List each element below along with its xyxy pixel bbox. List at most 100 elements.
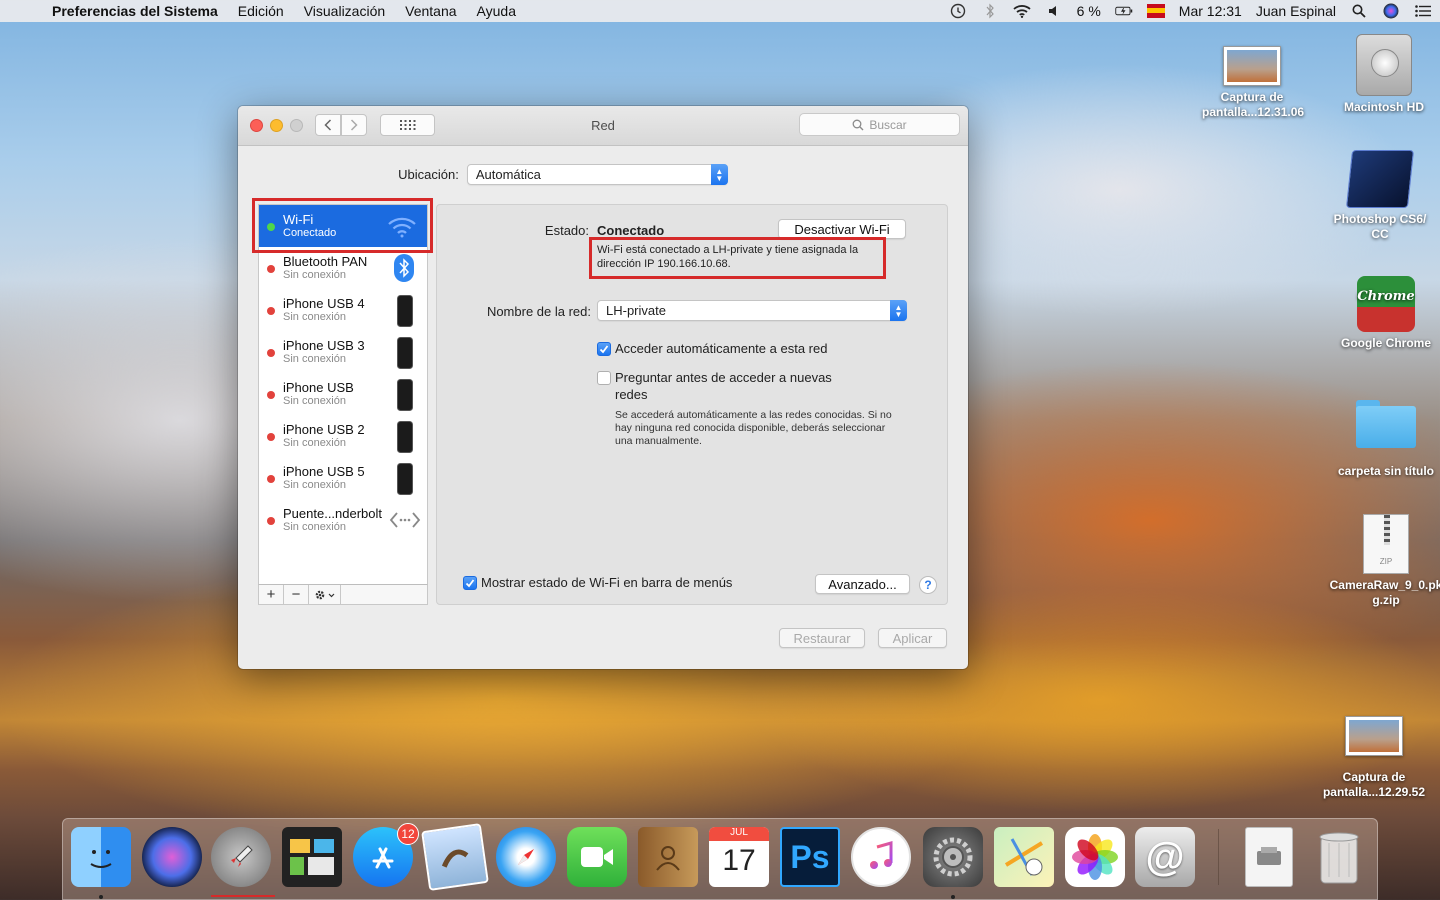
dock-photoshop-icon[interactable]: Ps bbox=[780, 827, 840, 887]
dock-system-preferences-icon[interactable] bbox=[923, 827, 983, 887]
service-list[interactable]: Wi-Fi Conectado Bluetooth PAN Sin conexi… bbox=[258, 204, 428, 605]
service-status: Sin conexión bbox=[283, 353, 346, 365]
service-iphone-usb-3[interactable]: iPhone USB 3 Sin conexión bbox=[259, 331, 427, 373]
menubar-clock[interactable]: Mar 12:31 bbox=[1179, 3, 1242, 19]
desktop-label: Photoshop CS6/ CC bbox=[1333, 212, 1427, 241]
desktop-icon-zip[interactable]: ZIP CameraRaw_9_0.pkg.zip bbox=[1326, 514, 1440, 608]
network-name-label: Nombre de la red: bbox=[486, 304, 591, 319]
dock-facetime-icon[interactable] bbox=[567, 827, 627, 887]
dock-maps-icon[interactable] bbox=[994, 827, 1054, 887]
menu-ventana[interactable]: Ventana bbox=[405, 3, 456, 19]
desktop-label: Captura de pantalla...12.29.52 bbox=[1322, 770, 1426, 799]
remove-service-button[interactable]: − bbox=[284, 584, 309, 605]
service-status: Sin conexión bbox=[283, 395, 346, 407]
service-iphone-usb-5[interactable]: iPhone USB 5 Sin conexión bbox=[259, 457, 427, 499]
spotlight-search-icon[interactable] bbox=[1350, 3, 1368, 19]
volume-icon[interactable] bbox=[1045, 3, 1063, 19]
desktop-icon-screenshot-1[interactable]: Captura de pantalla...12.31.06 bbox=[1192, 40, 1312, 120]
service-status: Sin conexión bbox=[283, 269, 346, 281]
service-status: Sin conexión bbox=[283, 521, 346, 533]
menu-bar: Preferencias del Sistema Edición Visuali… bbox=[0, 0, 1440, 22]
status-label: Estado: bbox=[544, 223, 589, 238]
service-wifi[interactable]: Wi-Fi Conectado bbox=[259, 205, 427, 247]
running-indicator bbox=[99, 895, 103, 899]
dock-finder-icon[interactable] bbox=[71, 827, 131, 887]
desktop-icon-screenshot-2[interactable]: Captura de pantalla...12.29.52 bbox=[1314, 712, 1434, 800]
dock-contacts-icon[interactable] bbox=[638, 827, 698, 887]
network-name-popup[interactable]: LH-private ▲ ▼ bbox=[597, 300, 907, 321]
dock-safari-icon[interactable] bbox=[496, 827, 556, 887]
service-iphone-usb-2[interactable]: iPhone USB 2 Sin conexión bbox=[259, 415, 427, 457]
dock-calendar-icon[interactable]: JUL 17 bbox=[709, 827, 769, 887]
dock-itunes-icon[interactable] bbox=[851, 827, 911, 887]
show-wifi-status-checkbox[interactable] bbox=[463, 576, 477, 590]
service-name: Bluetooth PAN bbox=[283, 254, 368, 269]
gear-icon bbox=[315, 590, 334, 599]
desktop-label: carpeta sin título bbox=[1337, 464, 1435, 478]
auto-join-checkbox[interactable] bbox=[597, 342, 611, 356]
desktop-icon-macintosh-hd[interactable]: Macintosh HD bbox=[1324, 34, 1440, 115]
service-iphone-usb[interactable]: iPhone USB Sin conexión bbox=[259, 373, 427, 415]
service-status: Sin conexión bbox=[283, 311, 346, 323]
desktop-icon-photoshop-folder[interactable]: Photoshop CS6/ CC bbox=[1320, 150, 1440, 242]
auto-join-label: Acceder automáticamente a esta red bbox=[615, 341, 828, 356]
location-popup[interactable]: Automática ▲ ▼ bbox=[466, 164, 728, 185]
dock-launchpad-icon[interactable] bbox=[211, 827, 271, 887]
service-status: Sin conexión bbox=[283, 479, 346, 491]
gear-menu-button[interactable] bbox=[309, 584, 341, 605]
photoshop-icon-text: Ps bbox=[790, 838, 830, 875]
dock-preview-icon[interactable] bbox=[421, 823, 489, 891]
service-bluetooth-pan[interactable]: Bluetooth PAN Sin conexión bbox=[259, 247, 427, 289]
turn-off-wifi-button[interactable]: Desactivar Wi-Fi bbox=[778, 219, 906, 239]
service-iphone-usb-4[interactable]: iPhone USB 4 Sin conexión bbox=[259, 289, 427, 331]
help-button[interactable]: ? bbox=[919, 576, 937, 594]
status-dot bbox=[267, 475, 275, 483]
menu-edicion[interactable]: Edición bbox=[238, 3, 284, 19]
calendar-month: JUL bbox=[709, 827, 769, 841]
notification-center-icon[interactable] bbox=[1414, 3, 1432, 19]
input-source-flag-icon[interactable] bbox=[1146, 3, 1165, 19]
ask-join-checkbox[interactable] bbox=[597, 371, 611, 385]
network-preferences-window: Red Buscar Ubicación: Automática ▲ ▼ Wi-F… bbox=[238, 106, 968, 669]
dock-siri-icon[interactable] bbox=[142, 827, 202, 887]
desktop-icon-google-chrome[interactable]: Chrome Google Chrome bbox=[1326, 276, 1440, 351]
advanced-button[interactable]: Avanzado... bbox=[815, 574, 910, 594]
menu-visualizacion[interactable]: Visualización bbox=[304, 3, 385, 19]
desktop-label: Google Chrome bbox=[1340, 336, 1431, 350]
dock-trash-icon[interactable] bbox=[1309, 827, 1369, 887]
iphone-icon bbox=[397, 337, 413, 372]
status-dot bbox=[267, 223, 275, 231]
status-dot bbox=[267, 307, 275, 315]
service-name: iPhone USB 4 bbox=[283, 296, 365, 311]
desktop-icon-folder[interactable]: carpeta sin título bbox=[1326, 400, 1440, 479]
wifi-menu-icon[interactable] bbox=[1013, 3, 1031, 19]
search-field[interactable]: Buscar bbox=[799, 113, 960, 136]
service-thunderbolt-bridge[interactable]: Puente...nderbolt Sin conexión bbox=[259, 499, 427, 541]
dock-mission-control-icon[interactable] bbox=[282, 827, 342, 887]
dock-document-icon[interactable] bbox=[1245, 827, 1293, 887]
revert-button[interactable]: Restaurar bbox=[779, 628, 865, 648]
photoshop-folder-icon bbox=[1345, 150, 1415, 208]
apply-button[interactable]: Aplicar bbox=[878, 628, 947, 648]
window-titlebar: Red Buscar bbox=[238, 106, 968, 146]
time-machine-icon[interactable] bbox=[949, 3, 967, 19]
dock-mail-at-icon[interactable]: @ bbox=[1135, 827, 1195, 887]
service-name: iPhone USB 2 bbox=[283, 422, 365, 437]
dock-photos-icon[interactable] bbox=[1065, 827, 1125, 887]
desktop-label: Captura de pantalla...12.31.06 bbox=[1202, 90, 1305, 119]
bluetooth-menu-icon[interactable] bbox=[981, 3, 999, 19]
status-dot bbox=[267, 517, 275, 525]
service-name: Puente...nderbolt bbox=[283, 506, 383, 521]
add-service-button[interactable]: + bbox=[259, 584, 284, 605]
running-indicator bbox=[951, 895, 955, 899]
menu-ayuda[interactable]: Ayuda bbox=[477, 3, 516, 19]
battery-icon[interactable] bbox=[1115, 3, 1133, 19]
status-dot bbox=[267, 349, 275, 357]
menubar-user[interactable]: Juan Espinal bbox=[1256, 3, 1336, 19]
menu-app-name[interactable]: Preferencias del Sistema bbox=[52, 3, 218, 19]
siri-menu-icon[interactable] bbox=[1382, 3, 1400, 19]
service-name: iPhone USB bbox=[283, 380, 354, 395]
desktop-label: CameraRaw_9_0.pkg.zip bbox=[1329, 578, 1440, 607]
status-description: Wi-Fi está conectado a LH-private y tien… bbox=[597, 244, 859, 270]
dock-app-store-icon[interactable]: 12 bbox=[353, 823, 419, 887]
